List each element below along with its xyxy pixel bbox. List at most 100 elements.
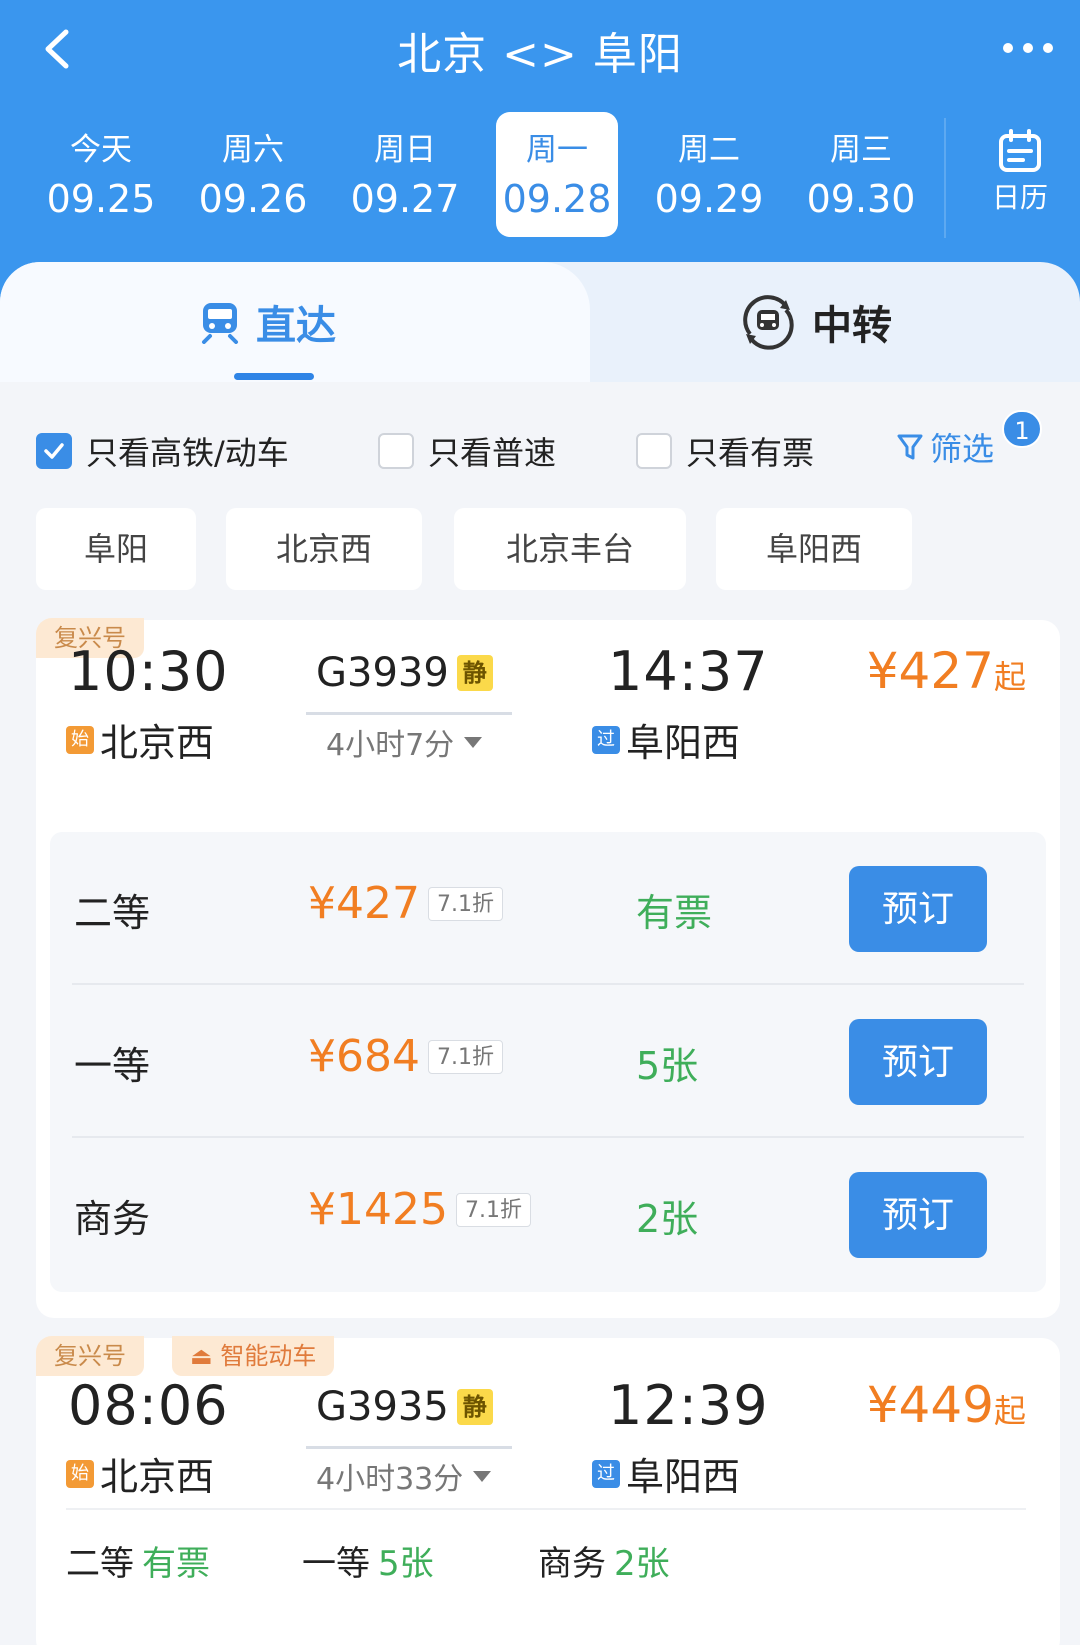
price-suffix: 起 — [993, 1392, 1026, 1430]
date-item[interactable]: 周六 09.26 — [192, 112, 314, 237]
top-bar: 北京 <> 阜阳 — [0, 0, 1080, 100]
seat-availability: 2张 — [614, 1544, 670, 1584]
checkbox-label: 只看高铁/动车 — [86, 434, 289, 472]
route-type-tabs: 直达 中转 — [0, 262, 1080, 382]
calendar-button[interactable]: 日历 — [980, 128, 1060, 228]
available-only-checkbox[interactable]: 只看有票 — [636, 428, 814, 474]
duration-toggle[interactable]: 4小时33分 — [316, 1454, 492, 1498]
price-suffix: 起 — [993, 658, 1026, 696]
discount-badge: 7.1折 — [427, 886, 503, 921]
date-value: 09.25 — [46, 177, 156, 221]
seat-price-amount: ¥684 — [308, 1031, 420, 1082]
calendar-icon — [999, 129, 1041, 172]
seat-class: 一等 — [302, 1544, 370, 1584]
duration-text: 4小时7分 — [326, 728, 455, 763]
shoe-icon: ⏏ — [190, 1342, 213, 1370]
tab-active-indicator — [234, 373, 314, 380]
duration-line — [306, 1446, 512, 1449]
departure-station: 始 北京西 — [66, 712, 214, 767]
date-value: 09.26 — [198, 177, 308, 221]
filter-count-badge: 1 — [1002, 410, 1042, 448]
divider — [944, 118, 946, 238]
date-weekday: 周二 — [678, 132, 740, 168]
tab-transfer-label: 中转 — [812, 303, 892, 349]
date-weekday: 周六 — [222, 132, 284, 168]
seat-class: 二等 — [74, 891, 151, 935]
seat-row: 二等 ¥427 7.1折 有票 预订 — [50, 832, 1046, 985]
checkbox-unchecked — [378, 433, 414, 469]
high-speed-only-checkbox[interactable]: 只看高铁/动车 — [36, 428, 289, 474]
more-button[interactable] — [998, 30, 1058, 66]
discount-badge: 7.1折 — [427, 1039, 503, 1074]
date-item[interactable]: 周日 09.27 — [344, 112, 466, 237]
departure-time: 08:06 — [68, 1374, 229, 1437]
seat-price-amount: ¥1425 — [308, 1184, 448, 1235]
tab-direct[interactable]: 直达 — [200, 262, 336, 382]
filter-label: 筛选 — [930, 430, 995, 468]
departure-station: 始 北京西 — [66, 1446, 214, 1501]
station-chip[interactable]: 阜阳 — [36, 508, 196, 590]
train-card[interactable]: 复兴号 10:30 G3939 静 4小时7分 14:37 ¥427 起 始 北… — [36, 618, 1060, 1318]
station-name: 阜阳西 — [626, 1455, 741, 1499]
arrival-time: 14:37 — [608, 640, 769, 703]
price-amount: ¥427 — [866, 642, 994, 700]
calendar-label: 日历 — [991, 181, 1048, 214]
duration-toggle[interactable]: 4小时7分 — [326, 720, 483, 764]
date-item[interactable]: 周二 09.29 — [648, 112, 770, 237]
checkbox-checked — [36, 433, 72, 469]
checkbox-unchecked — [636, 433, 672, 469]
seat-availability: 5张 — [636, 1044, 699, 1088]
book-button[interactable]: 预订 — [849, 866, 987, 952]
more-dots-icon — [1003, 43, 1013, 53]
seat-price: ¥427 7.1折 — [308, 878, 503, 929]
filter-button[interactable]: 筛选 — [896, 424, 994, 470]
discount-badge: 7.1折 — [455, 1192, 531, 1227]
caret-down-icon — [473, 1470, 492, 1482]
tab-transfer[interactable]: 中转 — [740, 262, 892, 382]
date-value: 09.27 — [350, 177, 460, 221]
seat-summary-item: 二等 有票 — [66, 1536, 210, 1585]
departure-time: 10:30 — [68, 640, 229, 703]
station-name: 阜阳西 — [626, 721, 741, 765]
seat-price-amount: ¥427 — [308, 878, 420, 929]
checkbox-label: 只看有票 — [686, 434, 815, 472]
train-card[interactable]: 复兴号 ⏏ 智能动车 08:06 G3935 静 4小时33分 12:39 ¥4… — [36, 1336, 1060, 1645]
date-item-selected[interactable]: 周一 09.28 — [496, 112, 618, 237]
station-chip[interactable]: 北京西 — [226, 508, 422, 590]
seat-row: 商务 ¥1425 7.1折 2张 预订 — [50, 1138, 1046, 1291]
seat-class: 商务 — [538, 1544, 606, 1584]
date-item[interactable]: 今天 09.25 — [40, 112, 162, 237]
page-title: 北京 <> 阜阳 — [397, 29, 683, 80]
train-number: G3935 静 — [316, 1384, 493, 1430]
station-chip[interactable]: 阜阳西 — [716, 508, 912, 590]
pass-marker: 过 — [592, 1459, 620, 1488]
date-item[interactable]: 周三 09.30 — [800, 112, 922, 237]
book-button[interactable]: 预订 — [849, 1019, 987, 1105]
origin-marker: 始 — [66, 1459, 94, 1488]
checkbox-label: 只看普速 — [428, 434, 557, 472]
book-button[interactable]: 预订 — [849, 1172, 987, 1258]
train-number-text: G3935 — [316, 1384, 449, 1430]
seat-price: ¥1425 7.1折 — [308, 1184, 531, 1235]
date-value: 09.29 — [654, 177, 764, 221]
train-number: G3939 静 — [316, 650, 493, 696]
filter-bar: 只看高铁/动车 只看普速 只看有票 筛选 — [0, 420, 1080, 480]
seat-summary-item: 一等 5张 — [302, 1536, 434, 1585]
lowest-price: ¥427 起 — [867, 642, 1026, 700]
seat-price: ¥684 7.1折 — [308, 1031, 503, 1082]
date-value: 09.30 — [806, 177, 916, 221]
date-value: 09.28 — [502, 177, 612, 221]
smart-train-text: 智能动车 — [220, 1342, 317, 1370]
date-weekday: 周一 — [526, 132, 588, 168]
station-chip[interactable]: 北京丰台 — [454, 508, 686, 590]
duration-line — [306, 712, 512, 715]
seat-availability: 有票 — [142, 1544, 210, 1584]
pass-marker: 过 — [592, 725, 620, 754]
seat-summary-item: 商务 2张 — [538, 1536, 670, 1585]
normal-speed-only-checkbox[interactable]: 只看普速 — [378, 428, 556, 474]
transfer-train-icon — [743, 295, 794, 350]
check-icon — [44, 443, 64, 459]
train-icon — [202, 303, 238, 344]
seat-class: 二等 — [66, 1544, 134, 1584]
station-name: 北京西 — [100, 721, 215, 765]
